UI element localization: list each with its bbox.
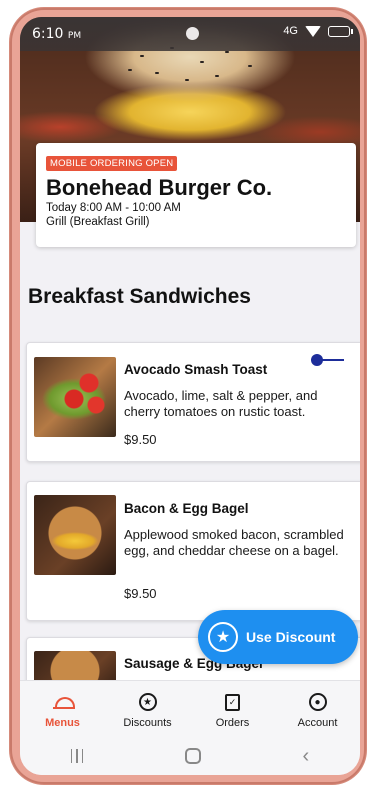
network-label: 4G — [283, 25, 298, 37]
status-time: 6:10 PM — [32, 26, 82, 42]
avocado-toast-photo — [34, 357, 116, 437]
menu-item-price: $9.50 — [124, 432, 157, 447]
restaurant-name: Bonehead Burger Co. — [46, 175, 273, 200]
tab-label: Menus — [45, 717, 80, 729]
app-screen: 6:10 PM 4G MOBILE ORDERING OPEN Bonehead… — [20, 17, 360, 775]
menu-item-name: Avocado Smash Toast — [124, 362, 268, 377]
home-icon[interactable] — [184, 748, 201, 764]
restaurant-info-card: MOBILE ORDERING OPEN Bonehead Burger Co.… — [36, 143, 356, 247]
tab-label: Orders — [215, 717, 250, 729]
use-discount-label: Use Discount — [246, 629, 336, 645]
menu-item-bacon-egg-bagel[interactable]: Bacon & Egg Bagel Applewood smoked bacon… — [26, 481, 360, 621]
restaurant-location: Grill (Breakfast Grill) — [46, 216, 150, 228]
restaurant-hours: Today 8:00 AM - 10:00 AM — [46, 202, 181, 214]
use-discount-button[interactable]: ★ Use Discount — [198, 610, 358, 664]
battery-icon — [328, 25, 353, 37]
star-icon: ★ — [138, 691, 157, 713]
account-icon: ● — [308, 691, 327, 713]
tab-label: Account — [297, 717, 338, 729]
pointer-indicator-line — [322, 359, 344, 361]
tab-discounts[interactable]: ★ Discounts — [105, 681, 190, 737]
recents-icon[interactable] — [70, 749, 84, 763]
bacon-egg-bagel-photo — [34, 495, 116, 575]
ordering-status-badge: MOBILE ORDERING OPEN — [46, 156, 178, 171]
star-icon: ★ — [208, 622, 238, 652]
bottom-tab-bar: Menus ★ Discounts ✓ Orders ● Account — [20, 680, 360, 737]
menu-item-name: Bacon & Egg Bagel — [124, 501, 249, 516]
menu-item-description: Avocado, lime, salt & pepper, and cherry… — [124, 388, 318, 419]
tab-account[interactable]: ● Account — [275, 681, 360, 737]
tab-orders[interactable]: ✓ Orders — [190, 681, 275, 737]
wifi-icon — [305, 25, 321, 37]
cloche-icon — [52, 691, 75, 713]
tab-menus[interactable]: Menus — [20, 681, 105, 737]
menu-item-avocado-smash-toast[interactable]: Avocado Smash Toast Avocado, lime, salt … — [26, 342, 360, 462]
status-icons: 4G — [283, 25, 353, 37]
menu-item-description: Applewood smoked bacon, scrambled egg, a… — [124, 527, 344, 558]
back-icon[interactable]: ‹ — [303, 745, 310, 768]
camera-cutout — [186, 27, 199, 40]
status-bar: 6:10 PM 4G — [20, 17, 360, 51]
menu-item-price: $9.50 — [124, 586, 157, 601]
section-title: Breakfast Sandwiches — [28, 285, 251, 308]
tab-label: Discounts — [123, 717, 172, 729]
system-nav-bar: ‹ — [20, 737, 360, 775]
bag-icon: ✓ — [225, 691, 240, 713]
